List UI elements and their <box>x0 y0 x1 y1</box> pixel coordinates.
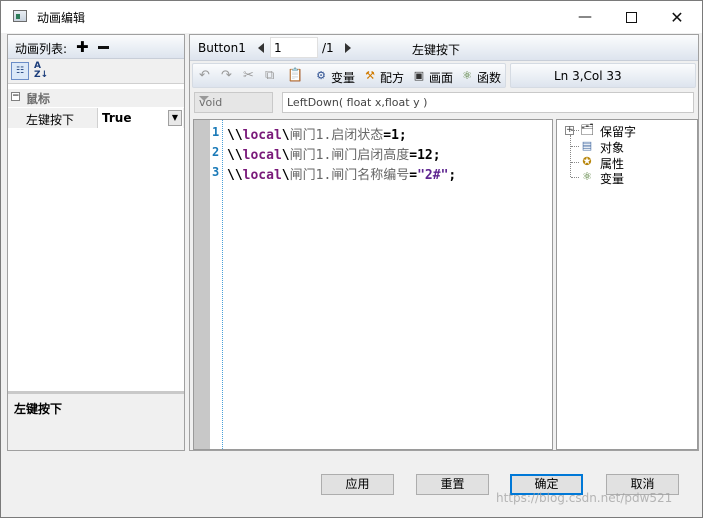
page-number: 1 <box>274 41 282 55</box>
next-page-icon[interactable] <box>345 43 351 53</box>
recipe-icon[interactable]: ⚒ <box>362 69 378 83</box>
object-name: Button1 <box>198 41 246 55</box>
variables-icon: ⚛ <box>582 170 592 183</box>
code-line[interactable]: \\local\闸门1.闸门名称编号="2#"; <box>227 164 456 183</box>
tree-connector <box>570 135 571 177</box>
line-number: 2 <box>212 145 220 159</box>
previous-page-icon[interactable] <box>258 43 264 53</box>
page-input[interactable]: 1 <box>270 37 318 58</box>
function-icon[interactable]: ⚛ <box>459 69 475 83</box>
editor-gutter <box>194 120 210 449</box>
animation-list-label: 动画列表: <box>15 42 68 56</box>
cut-icon[interactable]: ✂ <box>243 68 254 83</box>
apply-button[interactable]: 应用 <box>321 474 394 495</box>
objects-icon: ▤ <box>581 139 593 152</box>
redo-icon[interactable]: ↷ <box>221 68 232 83</box>
property-toolbar: ☷ A Z↓ <box>8 59 184 84</box>
animation-list-panel: 动画列表: ✚ ☷ A Z↓ − 鼠标 左键按下 True ▼ 左键按下 <box>7 34 185 451</box>
symbol-tree: + 🗂 保留字 ▤ 对象 ✪ 属性 ⚛ 变量 <box>556 119 698 450</box>
add-animation-icon[interactable]: ✚ <box>76 40 89 55</box>
category-name: 鼠标 <box>26 92 51 106</box>
dropdown-arrow-icon[interactable]: ▼ <box>168 110 182 126</box>
property-description: 左键按下 <box>8 394 184 450</box>
recipe-button-label[interactable]: 配方 <box>380 69 404 86</box>
maximize-button[interactable] <box>608 1 654 33</box>
chevron-down-icon <box>199 96 209 101</box>
function-button-label[interactable]: 函数 <box>477 69 501 86</box>
code-line[interactable]: \\local\闸门1.启闭状态=1; <box>227 124 407 143</box>
property-row[interactable]: 左键按下 True ▼ <box>8 108 184 128</box>
page-total: /1 <box>322 41 334 55</box>
line-number: 3 <box>212 165 220 179</box>
cursor-position: Ln 3,Col 33 <box>554 69 622 83</box>
return-type-select[interactable]: void <box>194 92 273 113</box>
event-navigation-bar: Button1 1 /1 左键按下 <box>190 35 698 61</box>
copy-icon[interactable]: ⧉ <box>265 68 274 83</box>
signature-text: LeftDown( float x,float y ) <box>287 96 428 109</box>
editor-toolbar: ↶ ↷ ✂ ⧉ 📋 ⚙ 变量 ⚒ 配方 ▣ 画面 ⚛ 函数 Ln 3,Col 3… <box>190 62 698 89</box>
property-name: 左键按下 <box>26 113 75 127</box>
app-icon <box>13 10 27 22</box>
property-value-dropdown[interactable]: True ▼ <box>97 108 183 128</box>
code-editor[interactable]: 1 2 3 \\local\闸门1.启闭状态=1; \\local\闸门1.闸门… <box>193 119 553 450</box>
line-number: 1 <box>212 125 220 139</box>
reset-button[interactable]: 重置 <box>416 474 489 495</box>
property-value: True <box>102 111 132 125</box>
cursor-status: Ln 3,Col 33 <box>510 63 696 88</box>
script-editor-panel: Button1 1 /1 左键按下 ↶ ↷ ✂ ⧉ 📋 ⚙ 变量 ⚒ 配方 ▣ … <box>189 34 699 451</box>
properties-icon: ✪ <box>582 155 592 168</box>
close-button[interactable]: ✕ <box>654 1 700 33</box>
tree-item-label: 对象 <box>600 141 625 155</box>
tree-item-label: 变量 <box>600 172 625 186</box>
close-icon: ✕ <box>670 7 684 27</box>
animation-editor-window: 动画编辑 — ✕ 动画列表: ✚ ☷ A Z↓ − 鼠标 左键按下 True ▼ … <box>0 0 703 518</box>
signature-row: void LeftDown( float x,float y ) <box>190 90 698 116</box>
code-line[interactable]: \\local\闸门1.闸门启闭高度=12; <box>227 144 441 163</box>
watermark: https://blog.csdn.net/pdw521 <box>496 491 673 505</box>
event-title: 左键按下 <box>412 43 461 57</box>
window-title: 动画编辑 <box>37 11 86 25</box>
tree-item-label: 保留字 <box>600 125 637 139</box>
variable-icon[interactable]: ⚙ <box>313 69 329 83</box>
property-category[interactable]: − 鼠标 <box>8 89 184 107</box>
reserved-words-icon: 🗂 <box>580 123 594 136</box>
editor-tool-group: ↶ ↷ ✂ ⧉ 📋 ⚙ 变量 ⚒ 配方 ▣ 画面 ⚛ 函数 <box>192 63 506 88</box>
function-signature: LeftDown( float x,float y ) <box>282 92 694 113</box>
description-text: 左键按下 <box>14 402 63 416</box>
screen-icon[interactable]: ▣ <box>411 69 427 83</box>
title-bar: 动画编辑 — ✕ <box>1 1 702 33</box>
variable-button-label[interactable]: 变量 <box>331 69 355 86</box>
categorized-view-icon[interactable]: ☷ <box>11 62 29 80</box>
paste-icon[interactable]: 📋 <box>287 68 303 83</box>
minimize-icon: — <box>578 9 592 25</box>
screen-button-label[interactable]: 画面 <box>429 69 453 86</box>
minimize-button[interactable]: — <box>562 1 608 33</box>
line-numbers: 1 2 3 <box>210 120 223 449</box>
animation-list-header: 动画列表: ✚ <box>8 35 184 59</box>
collapse-icon[interactable]: − <box>11 92 20 101</box>
maximize-icon <box>625 11 637 23</box>
undo-icon[interactable]: ↶ <box>199 68 210 83</box>
alphabetical-sort-icon[interactable]: A Z↓ <box>34 62 52 80</box>
remove-animation-icon[interactable] <box>98 46 109 49</box>
